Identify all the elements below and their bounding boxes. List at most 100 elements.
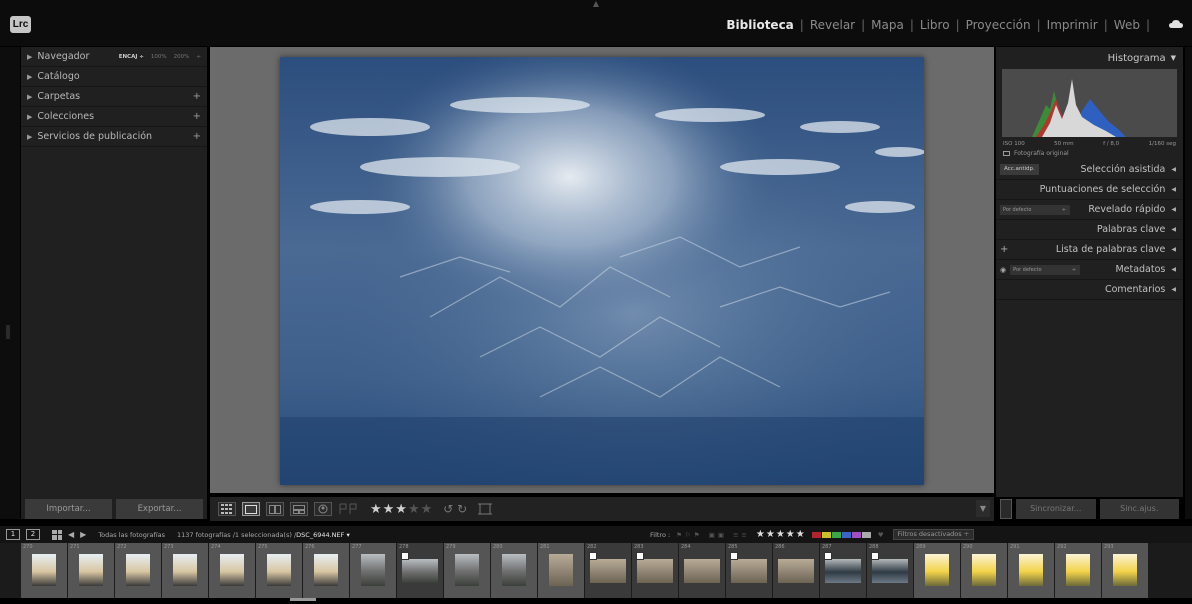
filmstrip-thumbnail[interactable]: 279 <box>444 543 490 598</box>
selection-ratings-header[interactable]: Puntuaciones de selección ◀ <box>996 180 1183 200</box>
filmstrip-thumbnail[interactable]: 283 <box>632 543 678 598</box>
swatch[interactable] <box>811 531 821 538</box>
swatch[interactable] <box>831 531 841 538</box>
zoom-200-option[interactable]: 200% <box>174 54 190 60</box>
auto-sync-control[interactable]: Acc.antidp. <box>1000 164 1039 175</box>
left-panel-edge[interactable] <box>0 47 20 519</box>
rotate-buttons[interactable]: ↺ ↻ <box>443 502 467 516</box>
selected-filename[interactable]: DSC_6944.NEF ▾ <box>296 531 350 539</box>
filmstrip-thumbnail[interactable]: 277 <box>350 543 396 598</box>
export-button[interactable]: Exportar... <box>116 499 203 519</box>
import-button[interactable]: Importar... <box>25 499 112 519</box>
filmstrip-thumbnail[interactable]: 271 <box>68 543 114 598</box>
original-photo-toggle[interactable]: Fotografía original <box>996 147 1183 160</box>
survey-view-button[interactable] <box>290 502 308 516</box>
zoom-fit-option[interactable]: ENCAJ ÷ <box>119 54 144 60</box>
sync-settings-button[interactable]: Sinc.ajus. <box>1099 499 1179 519</box>
module-mapa[interactable]: Mapa <box>871 18 904 32</box>
filmstrip-thumbnail[interactable]: 278 <box>397 543 443 598</box>
swatch[interactable] <box>821 531 831 538</box>
add-keyword-button[interactable]: + <box>1000 244 1008 255</box>
swatch[interactable] <box>861 531 871 538</box>
swatch[interactable] <box>851 531 861 538</box>
main-window-button[interactable]: 1 <box>6 529 20 540</box>
left-panel-toggle[interactable] <box>6 325 10 339</box>
quick-develop-preset[interactable]: Por defecto ÷ <box>1000 204 1070 215</box>
folders-header[interactable]: ▶ Carpetas + <box>21 87 207 107</box>
preset-dropdown[interactable]: Por defecto ÷ <box>1000 204 1070 215</box>
flag-icon[interactable] <box>338 503 360 515</box>
zoom-more-option[interactable]: ÷ <box>196 54 201 60</box>
histogram-header[interactable]: Histograma ▼ <box>996 47 1183 69</box>
lock-filter-icon[interactable]: ♥ <box>878 531 887 539</box>
panel-collapse-arrow[interactable]: ▲ <box>590 0 602 8</box>
keyword-list-header[interactable]: + Lista de palabras clave ◀ <box>996 240 1183 260</box>
filter-preset-dropdown[interactable]: Filtros desactivados ÷ <box>892 529 975 540</box>
filmstrip-thumbnail[interactable]: 293 <box>1102 543 1148 598</box>
comments-header[interactable]: Comentarios ◀ <box>996 280 1183 300</box>
virtual-copy-icons[interactable]: ≡≡ <box>733 531 750 539</box>
catalog-header[interactable]: ▶ Catálogo <box>21 67 207 87</box>
metadata-header[interactable]: ◉ Por defecto ÷ Metadatos ◀ <box>996 260 1183 280</box>
filmstrip-thumbnail[interactable]: 276 <box>303 543 349 598</box>
filmstrip-thumbnail[interactable]: 286 <box>773 543 819 598</box>
rating-filter[interactable]: ★★★★★ <box>756 529 806 540</box>
filmstrip-thumbnail[interactable]: 282 <box>585 543 631 598</box>
right-panel-edge[interactable] <box>1185 47 1192 519</box>
swatch[interactable] <box>841 531 851 538</box>
module-imprimir[interactable]: Imprimir <box>1047 18 1098 32</box>
edit-filter-icons[interactable]: ▣▣ <box>709 531 727 539</box>
cloud-sync-icon[interactable] <box>1168 16 1184 32</box>
module-libro[interactable]: Libro <box>920 18 950 32</box>
add-folder-button[interactable]: + <box>193 91 201 102</box>
people-view-button[interactable] <box>314 502 332 516</box>
filmstrip-thumbnail[interactable]: 287 <box>820 543 866 598</box>
source-label[interactable]: Todas las fotografías <box>98 531 165 539</box>
publish-services-header[interactable]: ▶ Servicios de publicación + <box>21 127 207 147</box>
filmstrip-thumbnail[interactable]: 289 <box>914 543 960 598</box>
quick-collection-header[interactable]: Acc.antidp. Selección asistida ◀ <box>996 160 1183 180</box>
filmstrip-thumbnail[interactable]: 275 <box>256 543 302 598</box>
grid-view-icon[interactable] <box>52 529 62 540</box>
navigator-header[interactable]: ▶ Navegador ENCAJ ÷ 100% 200% ÷ <box>21 47 207 67</box>
filmstrip-scrollbar[interactable] <box>290 598 316 601</box>
main-photo[interactable] <box>280 57 924 485</box>
back-arrow-icon[interactable]: ◀ <box>68 530 74 539</box>
sync-button[interactable]: Sincronizar... <box>1016 499 1096 519</box>
star-rating[interactable]: ★★★★★ <box>370 502 433 517</box>
filmstrip-thumbnail[interactable]: 288 <box>867 543 913 598</box>
filmstrip-thumbnail[interactable]: 281 <box>538 543 584 598</box>
module-proyeccion[interactable]: Proyección <box>966 18 1031 32</box>
filmstrip-thumbnail[interactable]: 284 <box>679 543 725 598</box>
crop-overlay-icon[interactable] <box>477 501 493 517</box>
filmstrip-thumbnail[interactable]: 290 <box>961 543 1007 598</box>
add-collection-button[interactable]: + <box>193 111 201 122</box>
second-window-button[interactable]: 2 <box>26 529 40 540</box>
compare-view-button[interactable] <box>266 502 284 516</box>
add-publish-service-button[interactable]: + <box>193 131 201 142</box>
filmstrip-thumbnail[interactable]: 272 <box>115 543 161 598</box>
flag-filter-icons[interactable]: ⚑⚐⚑ <box>676 531 702 539</box>
filmstrip-thumbnail[interactable]: 292 <box>1055 543 1101 598</box>
module-biblioteca[interactable]: Biblioteca <box>726 18 793 32</box>
filmstrip-thumbnail[interactable]: 291 <box>1008 543 1054 598</box>
grid-view-button[interactable] <box>218 502 236 516</box>
module-revelar[interactable]: Revelar <box>810 18 855 32</box>
metadata-dropdown[interactable]: Por defecto ÷ <box>1010 264 1081 275</box>
loupe-view-button[interactable] <box>242 502 260 516</box>
histogram-chart[interactable] <box>1002 69 1177 137</box>
quick-develop-header[interactable]: Por defecto ÷ Revelado rápido ◀ <box>996 200 1183 220</box>
forward-arrow-icon[interactable]: ▶ <box>80 530 86 539</box>
auto-sync-switch[interactable] <box>1000 499 1012 519</box>
metadata-preset[interactable]: ◉ Por defecto ÷ <box>1000 264 1081 275</box>
filmstrip-thumbnail[interactable]: 274 <box>209 543 255 598</box>
filmstrip-thumbnail[interactable]: 270 <box>21 543 67 598</box>
filmstrip-thumbnail[interactable]: 280 <box>491 543 537 598</box>
collections-header[interactable]: ▶ Colecciones + <box>21 107 207 127</box>
filmstrip-thumbnail[interactable]: 273 <box>162 543 208 598</box>
zoom-100-option[interactable]: 100% <box>151 54 167 60</box>
module-web[interactable]: Web <box>1114 18 1140 32</box>
color-label-filter[interactable] <box>811 531 872 538</box>
keywords-header[interactable]: Palabras clave ◀ <box>996 220 1183 240</box>
toolbar-content-menu[interactable]: ▼ <box>976 500 990 517</box>
